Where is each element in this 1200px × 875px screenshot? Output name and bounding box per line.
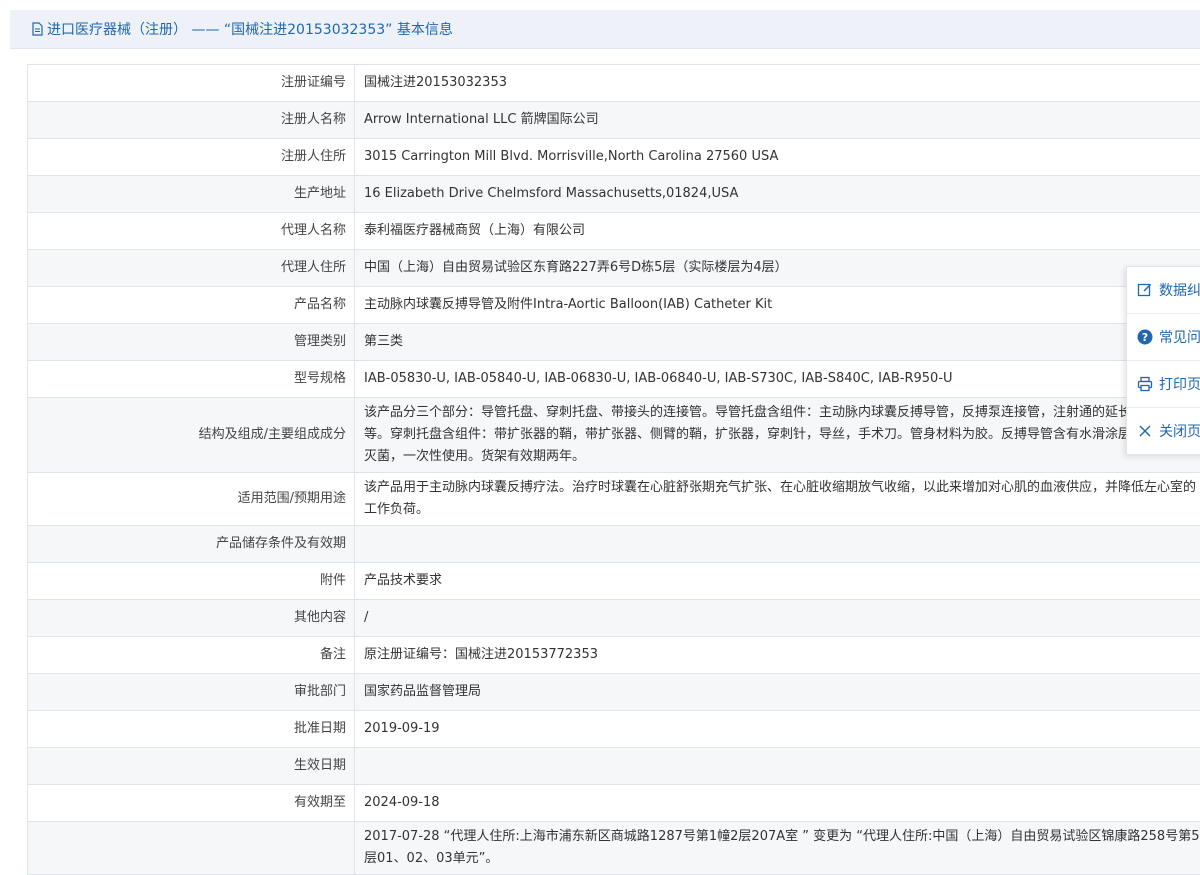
table-row: 其他内容/ (28, 600, 1200, 637)
field-value: 该产品用于主动脉内球囊反搏疗法。治疗时球囊在心脏舒张期充气扩张、在心脏收缩期放气… (355, 473, 1200, 526)
table-row: 有效期至2024-09-18 (28, 785, 1200, 822)
table-row: 备注原注册证编号：国械注进20153772353 (28, 637, 1200, 674)
field-label: 型号规格 (28, 361, 355, 398)
close-page-label: 关闭页面 (1159, 421, 1200, 441)
field-value: IAB-05830-U, IAB-05840-U, IAB-06830-U, I… (355, 361, 1200, 398)
table-row: 代理人住所中国（上海）自由贸易试验区东育路227弄6号D栋5层（实际楼层为4层） (28, 250, 1200, 287)
field-value (355, 526, 1200, 563)
field-value: Arrow International LLC 箭牌国际公司 (355, 102, 1200, 139)
field-value: 国家药品监督管理局 (355, 674, 1200, 711)
table-row: 注册人住所3015 Carrington Mill Blvd. Morrisvi… (28, 139, 1200, 176)
field-label: 有效期至 (28, 785, 355, 822)
table-row: 产品储存条件及有效期 (28, 526, 1200, 563)
field-value: 2024-09-18 (355, 785, 1200, 822)
table-row: 适用范围/预期用途该产品用于主动脉内球囊反搏疗法。治疗时球囊在心脏舒张期充气扩张… (28, 473, 1200, 526)
field-label: 附件 (28, 563, 355, 600)
field-label: 管理类别 (28, 324, 355, 361)
table-row: 审批部门国家药品监督管理局 (28, 674, 1200, 711)
field-label: 产品名称 (28, 287, 355, 324)
field-value: 泰利福医疗器械商贸（上海）有限公司 (355, 213, 1200, 250)
table-row: 批准日期2019-09-19 (28, 711, 1200, 748)
field-label (28, 822, 355, 875)
page-title: 进口医疗器械（注册） —— “国械注进20153032353” 基本信息 (47, 19, 453, 39)
field-label: 注册证编号 (28, 65, 355, 102)
field-value: 产品技术要求 (355, 563, 1200, 600)
table-row: 生产地址16 Elizabeth Drive Chelmsford Massac… (28, 176, 1200, 213)
info-table: 注册证编号国械注进20153032353 注册人名称Arrow Internat… (27, 64, 1200, 875)
table-row: 附件产品技术要求 (28, 563, 1200, 600)
table-row: 2017-07-28 “代理人住所:上海市浦东新区商城路1287号第1幢2层20… (28, 822, 1200, 875)
table-row: 注册人名称Arrow International LLC 箭牌国际公司 (28, 102, 1200, 139)
table-row: 注册证编号国械注进20153032353 (28, 65, 1200, 102)
table-row: 产品名称主动脉内球囊反搏导管及附件Intra-Aortic Balloon(IA… (28, 287, 1200, 324)
report-error-button[interactable]: 数据纠错 (1127, 267, 1200, 314)
faq-button[interactable]: ? 常见问题 (1127, 314, 1200, 361)
field-label: 备注 (28, 637, 355, 674)
field-value: 3015 Carrington Mill Blvd. Morrisville,N… (355, 139, 1200, 176)
info-section: 注册证编号国械注进20153032353 注册人名称Arrow Internat… (10, 49, 1200, 875)
print-icon (1137, 376, 1153, 392)
document-icon (30, 22, 44, 36)
field-value: 该产品分三个部分：导管托盘、穿刺托盘、带接头的连接管。导管托盘含组件：主动脉内球… (355, 398, 1200, 473)
faq-label: 常见问题 (1159, 327, 1200, 347)
field-label: 审批部门 (28, 674, 355, 711)
table-row: 型号规格IAB-05830-U, IAB-05840-U, IAB-06830-… (28, 361, 1200, 398)
field-label: 批准日期 (28, 711, 355, 748)
floating-toolbar: 数据纠错 ? 常见问题 打印页面 关闭页面 (1126, 266, 1200, 455)
page-header: 进口医疗器械（注册） —— “国械注进20153032353” 基本信息 (10, 10, 1200, 49)
svg-text:?: ? (1142, 331, 1148, 344)
question-icon: ? (1137, 329, 1153, 345)
field-value (355, 748, 1200, 785)
field-label: 注册人住所 (28, 139, 355, 176)
field-value: 国械注进20153032353 (355, 65, 1200, 102)
close-page-button[interactable]: 关闭页面 (1127, 408, 1200, 454)
edit-icon (1137, 282, 1153, 298)
field-value: 主动脉内球囊反搏导管及附件Intra-Aortic Balloon(IAB) C… (355, 287, 1200, 324)
table-row: 管理类别第三类 (28, 324, 1200, 361)
field-label: 生产地址 (28, 176, 355, 213)
field-label: 其他内容 (28, 600, 355, 637)
close-icon (1137, 423, 1153, 439)
field-label: 注册人名称 (28, 102, 355, 139)
field-label: 代理人住所 (28, 250, 355, 287)
print-button[interactable]: 打印页面 (1127, 361, 1200, 408)
field-label: 产品储存条件及有效期 (28, 526, 355, 563)
field-label: 适用范围/预期用途 (28, 473, 355, 526)
field-label: 结构及组成/主要组成成分 (28, 398, 355, 473)
field-label: 代理人名称 (28, 213, 355, 250)
detail-page: 进口医疗器械（注册） —— “国械注进20153032353” 基本信息 注册证… (10, 10, 1200, 834)
field-value: 中国（上海）自由贸易试验区东育路227弄6号D栋5层（实际楼层为4层） (355, 250, 1200, 287)
field-label: 生效日期 (28, 748, 355, 785)
field-value: 第三类 (355, 324, 1200, 361)
table-row: 生效日期 (28, 748, 1200, 785)
report-error-label: 数据纠错 (1159, 280, 1200, 300)
field-value: 2019-09-19 (355, 711, 1200, 748)
field-value: / (355, 600, 1200, 637)
table-row: 代理人名称泰利福医疗器械商贸（上海）有限公司 (28, 213, 1200, 250)
print-label: 打印页面 (1159, 374, 1200, 394)
field-value: 2017-07-28 “代理人住所:上海市浦东新区商城路1287号第1幢2层20… (355, 822, 1200, 875)
table-row: 结构及组成/主要组成成分该产品分三个部分：导管托盘、穿刺托盘、带接头的连接管。导… (28, 398, 1200, 473)
field-value: 16 Elizabeth Drive Chelmsford Massachuse… (355, 176, 1200, 213)
field-value: 原注册证编号：国械注进20153772353 (355, 637, 1200, 674)
